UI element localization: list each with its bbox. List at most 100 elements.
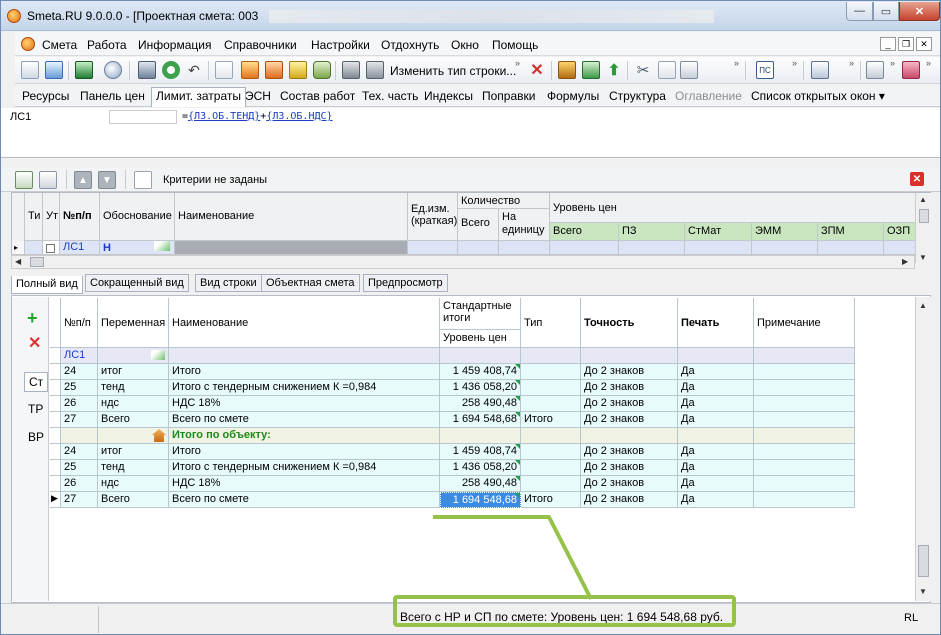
tab-8[interactable]: Формулы [547,89,599,103]
arrow-up-icon[interactable]: ▲ [74,171,92,189]
cell-type[interactable] [521,348,581,364]
cell-name[interactable]: НДС 18% [169,476,440,492]
tab-5[interactable]: Тех. часть [362,89,418,103]
cell-print[interactable]: Да [678,412,754,428]
tab-6[interactable]: Индексы [424,89,473,103]
cell-var[interactable]: ндс [98,476,169,492]
toolbar-overflow-chevron-icon[interactable]: » [515,58,520,68]
tab-4[interactable]: Состав работ [280,89,355,103]
view-tab-1[interactable]: Сокращенный вид [85,274,189,292]
cell-npp[interactable]: 24 [61,364,98,380]
cell-precision[interactable]: До 2 знаков [581,380,678,396]
document-edit-icon[interactable] [215,61,233,79]
totals-vertical-scrollbar[interactable]: ▲ ▼ [915,297,931,601]
expand-tree-icon[interactable] [15,171,33,189]
refresh-icon[interactable] [162,61,180,79]
insert-row-icon[interactable] [582,61,600,79]
cell-var[interactable]: Всего [98,492,169,508]
view-tab-3[interactable]: Объектная смета [261,274,360,292]
print-icon[interactable] [342,61,360,79]
mdi-close-button[interactable]: ✕ [916,37,932,51]
cell-var[interactable]: ндс [98,396,169,412]
tab-0[interactable]: Ресурсы [22,89,69,103]
cell-type[interactable] [521,444,581,460]
view-tab-4[interactable]: Предпросмотр [363,274,448,292]
column-header-ti[interactable]: Ти [25,193,43,241]
cell-note[interactable] [754,396,855,412]
scroll-left-icon[interactable]: ◀ [15,257,21,266]
close-button[interactable]: ✕ [899,2,940,21]
scroll-down-icon[interactable]: ▼ [919,253,927,262]
top-row-price-cell[interactable] [619,241,685,255]
sidebar-item-st[interactable]: Ст [24,372,49,392]
cell-print[interactable]: Да [678,380,754,396]
column-header-variable[interactable]: Переменная [98,298,169,348]
top-row-price-cell[interactable] [685,241,752,255]
top-grid-vertical-scrollbar[interactable]: ▲ ▼ [915,193,931,263]
cell-var[interactable]: итог [98,364,169,380]
top-row-name[interactable] [175,241,408,255]
cell-type[interactable] [521,460,581,476]
cell-value[interactable]: 1 459 408,74 [440,364,521,380]
column-header-npp[interactable]: №п/п [60,193,100,241]
cell-name[interactable] [169,348,440,364]
cell-type[interactable] [521,428,581,444]
cell-value[interactable]: 1 436 058,20 [440,460,521,476]
toolbar-overflow-chevron-icon[interactable]: » [734,58,739,68]
formula-expression[interactable]: ={ЛЗ.ОБ.ТЕНД}+{ЛЗ.ОБ.НДС} [182,111,333,122]
cell-note[interactable] [754,460,855,476]
scroll-thumb[interactable] [919,209,929,223]
cell-print[interactable]: Да [678,492,754,508]
menu-item-6[interactable]: Окно [451,38,479,52]
cut-icon[interactable]: ✂ [634,61,652,79]
cell-precision[interactable] [581,428,678,444]
cell-precision[interactable]: До 2 знаков [581,476,678,492]
scroll-up-icon[interactable]: ▲ [919,301,927,310]
column-header-ut[interactable]: Ут [43,193,60,241]
column-header-price-level[interactable]: Уровень цен [440,330,521,348]
cell-print[interactable]: Да [678,396,754,412]
delete-icon[interactable]: ✕ [528,61,546,79]
cell-print[interactable]: Да [678,364,754,380]
cell-note[interactable] [754,492,855,508]
scroll-right-icon[interactable]: ▶ [902,257,908,266]
scroll-down-icon[interactable]: ▼ [919,587,927,596]
scroll-up-icon[interactable]: ▲ [919,195,927,204]
cell-type[interactable] [521,476,581,492]
column-header-price-1[interactable]: ПЗ [619,223,685,241]
cell-var[interactable]: тенд [98,380,169,396]
column-header-qty-per-unit[interactable]: На единицу [499,209,550,241]
delete-icon[interactable]: ✕ [28,336,41,352]
cell-npp[interactable]: 27 [61,492,98,508]
cell-precision[interactable] [581,348,678,364]
cell-name[interactable]: Итого по объекту: [169,428,440,444]
tab-1[interactable]: Панель цен [80,89,145,103]
column-header-price-0[interactable]: Всего [550,223,619,241]
column-header-qty-total[interactable]: Всего [458,209,499,241]
change-row-type-button[interactable]: Изменить тип строки... [390,64,516,78]
calculator-icon[interactable] [241,61,259,79]
formula-term-nds[interactable]: {ЛЗ.ОБ.НДС} [266,111,332,122]
cell-name[interactable]: Итого [169,364,440,380]
top-row-price-cell[interactable] [752,241,818,255]
cell-name[interactable]: Итого [169,444,440,460]
import-icon[interactable] [45,61,63,79]
cell-type[interactable] [521,396,581,412]
top-row-npp[interactable]: ЛС1 [60,241,100,255]
top-row-cell[interactable] [408,241,458,255]
add-icon[interactable]: + [27,309,38,327]
cell-note[interactable] [754,476,855,492]
cell-value[interactable] [440,428,521,444]
column-header-precision[interactable]: Точность [581,298,678,348]
column-header-price-4[interactable]: ЗПМ [818,223,884,241]
row-checkbox[interactable] [43,241,60,255]
scroll-thumb[interactable] [918,545,929,577]
cell-npp[interactable]: 25 [61,380,98,396]
top-row-cell[interactable] [499,241,550,255]
filter-document-icon[interactable] [134,171,152,189]
column-header-unit[interactable]: Ед.изм. (краткая) [408,193,458,241]
cell-value[interactable]: 258 490,48 [440,396,521,412]
menu-item-2[interactable]: Информация [138,38,211,52]
column-header-type[interactable]: Тип [521,298,581,348]
criteria-close-icon[interactable]: ✕ [910,172,924,186]
